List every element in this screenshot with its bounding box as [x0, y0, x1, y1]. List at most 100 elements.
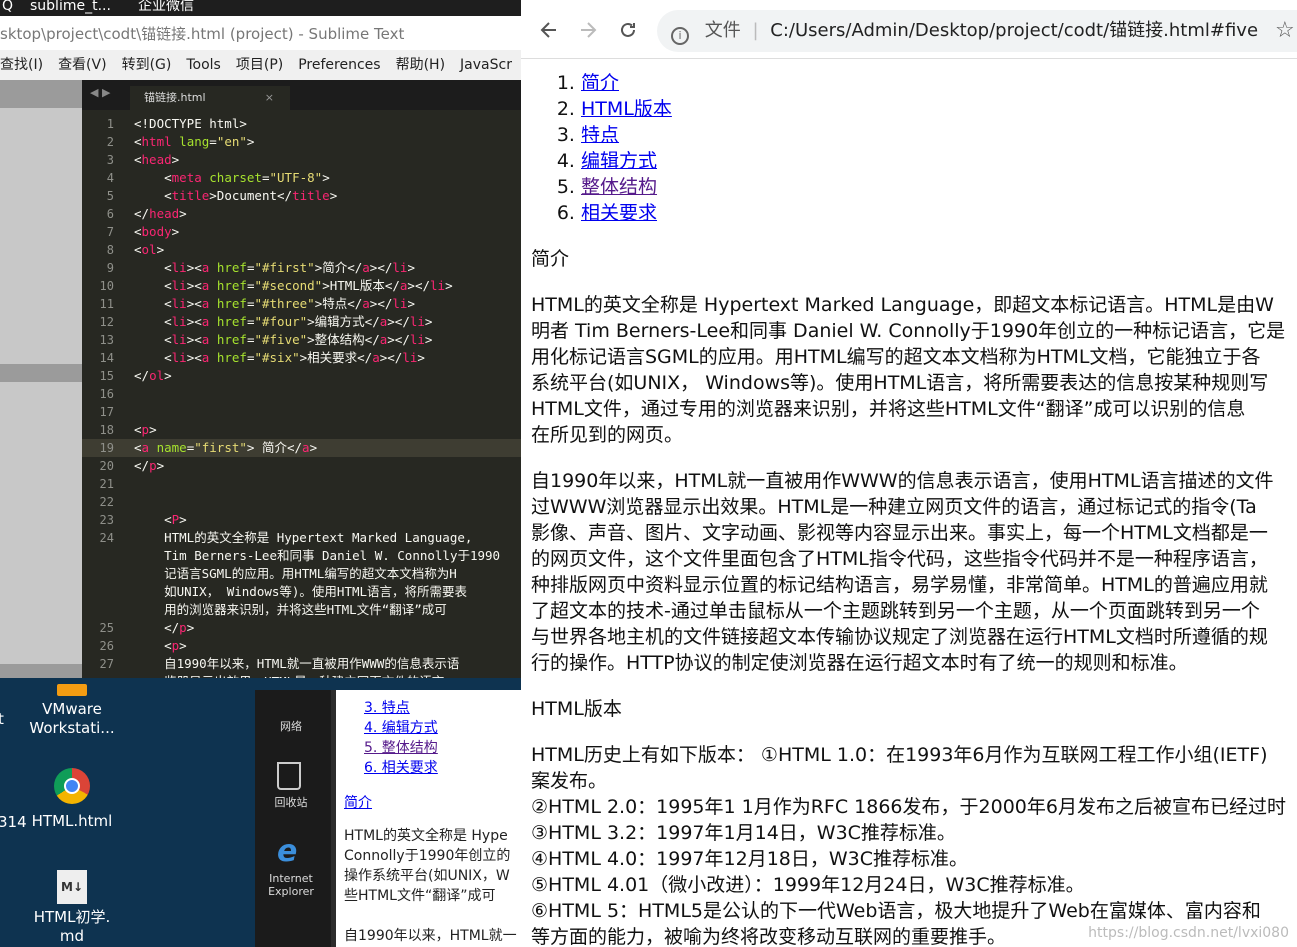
code-line[interactable]: 20 </p> — [82, 457, 521, 475]
taskbar-item-wechat-work[interactable]: 企业微信 — [138, 0, 194, 14]
menu-preferences[interactable]: Preferences — [298, 57, 380, 73]
code-text: <li><a href="#three">特点</a></li> — [134, 296, 415, 311]
sublime-window: sktop\project\codt\锚链接.html (project) - … — [0, 16, 521, 678]
code-line[interactable]: 12 <li><a href="#four">编辑方式</a></li> — [82, 313, 521, 331]
mini-link[interactable]: 4. 编辑方式 — [364, 718, 438, 738]
code-line[interactable]: 26 <p> — [82, 637, 521, 655]
menu-find[interactable]: 查找(I) — [0, 57, 43, 73]
watermark: https://blog.csdn.net/lvxi080 — [1088, 925, 1289, 941]
line-number: 19 — [99, 441, 114, 455]
toc-link-six[interactable]: 相关要求 — [581, 202, 657, 224]
code-editor[interactable]: 1 <!DOCTYPE html> 2 <html lang="en"> 3 <head>… — [82, 110, 521, 678]
line-number: 6 — [106, 207, 114, 221]
code-line[interactable]: 6 </head> — [82, 205, 521, 223]
code-line[interactable]: 如UNIX， Windows等)。使用HTML语言，将所需要表 — [82, 583, 521, 601]
code-line[interactable]: 10 <li><a href="#second">HTML版本</a></li> — [82, 277, 521, 295]
line-number: 27 — [99, 657, 114, 671]
mini-text-line: 些HTML文件“翻译”成可 — [344, 888, 496, 904]
text-line: ③HTML 3.2：1997年1月14日，W3C推荐标准。 — [531, 822, 956, 844]
code-line[interactable]: 7 <body> — [82, 223, 521, 241]
network-icon-label[interactable]: 网络 — [269, 718, 313, 734]
code-line[interactable]: 记语言SGML的应用。用HTML编写的超文本文档称为H — [82, 565, 521, 583]
text-line: HTML历史上有如下版本： ①HTML 1.0：在1993年6月作为互联网工程工… — [531, 744, 1268, 766]
toc-link-first[interactable]: 简介 — [581, 72, 619, 94]
tab-file[interactable]: 锚链接.html × — [130, 86, 290, 110]
toc-link-five[interactable]: 整体结构 — [581, 176, 657, 198]
code-line[interactable]: 18 <p> — [82, 421, 521, 439]
code-text: HTML的英文全称是 Hypertext Marked Language, — [134, 530, 473, 545]
code-line[interactable]: 8 <ol> — [82, 241, 521, 259]
code-line[interactable]: 16 — [82, 385, 521, 403]
window-title: sktop\project\codt\锚链接.html (project) - … — [0, 16, 521, 50]
code-line[interactable]: 15 </ol> — [82, 367, 521, 385]
code-line[interactable]: 4 <meta charset="UTF-8"> — [82, 169, 521, 187]
code-line[interactable]: 用的浏览器来识别，并将这些HTML文件“翻译”成可 — [82, 601, 521, 619]
code-text: <head> — [134, 152, 180, 167]
desktop-icon-vmware[interactable]: VMware Workstati... — [27, 684, 117, 738]
bookmark-star-icon[interactable]: ☆ — [1275, 18, 1295, 43]
info-icon[interactable]: i — [671, 27, 689, 45]
code-line[interactable]: 23 <P> — [82, 511, 521, 529]
back-arrow-icon[interactable] — [539, 20, 559, 40]
toc-link-four[interactable]: 编辑方式 — [581, 150, 657, 172]
menu-view[interactable]: 查看(V) — [58, 57, 107, 73]
forward-arrow-icon[interactable] — [578, 20, 598, 40]
toc-item: 简介 — [581, 70, 1297, 96]
code-line[interactable]: 27 自1990年以来，HTML就一直被用作WWW的信息表示语 — [82, 655, 521, 673]
text-line: 了超文本的技术-通过单击鼠标从一个主题跳转到另一个主题，从一个页面跳转到另一个 — [531, 600, 1260, 622]
close-icon[interactable]: × — [265, 86, 274, 110]
code-line[interactable]: 5 <title>Document</title> — [82, 187, 521, 205]
text-line: 明者 Tim Berners-Lee和同事 Daniel W. Connolly… — [531, 320, 1286, 342]
line-number: 11 — [99, 297, 114, 311]
code-line[interactable]: 22 — [82, 493, 521, 511]
menu-javascript[interactable]: JavaScr — [460, 57, 512, 73]
chrome-icon — [54, 768, 90, 804]
mini-link[interactable]: 3. 特点 — [364, 698, 438, 718]
toc-item: 整体结构 — [581, 174, 1297, 200]
code-line[interactable]: 14 <li><a href="#six">相关要求</a></li> — [82, 349, 521, 367]
line-number: 17 — [99, 405, 114, 419]
menu-goto[interactable]: 转到(G) — [122, 57, 172, 73]
code-line[interactable]: 19 <a name="first"> 简介</a> — [82, 439, 521, 457]
menu-tools[interactable]: Tools — [186, 57, 221, 73]
code-line[interactable]: 9 <li><a href="#first">简介</a></li> — [82, 259, 521, 277]
taskbar-item-sublime[interactable]: sublime_t... — [30, 0, 111, 14]
reload-icon[interactable] — [618, 20, 638, 40]
line-number: 23 — [99, 513, 114, 527]
code-line[interactable]: 11 <li><a href="#three">特点</a></li> — [82, 295, 521, 313]
code-text: <html lang="en"> — [134, 134, 255, 149]
desktop-icon-markdown[interactable]: M↓ HTML初学. md — [27, 870, 117, 946]
code-line[interactable]: 2 <html lang="en"> — [82, 133, 521, 151]
code-line[interactable]: 13 <li><a href="#five">整体结构</a></li> — [82, 331, 521, 349]
recycle-bin-label[interactable]: 回收站 — [269, 794, 313, 810]
menu-project[interactable]: 项目(P) — [236, 57, 283, 73]
code-line[interactable]: 21 — [82, 475, 521, 493]
code-text: <a name="first"> 简介</a> — [134, 440, 318, 455]
line-number: 26 — [99, 639, 114, 653]
mini-link[interactable]: 5. 整体结构 — [364, 738, 438, 758]
paragraph-history: 自1990年以来，HTML就一直被用作WWW的信息表示语言，使用HTML语言描述… — [531, 468, 1297, 676]
code-line[interactable]: 17 — [82, 403, 521, 421]
code-line[interactable]: Tim Berners-Lee和同事 Daniel W. Connolly于19… — [82, 547, 521, 565]
internet-explorer-label[interactable]: Internet Explorer — [263, 872, 319, 898]
text-line: ④HTML 4.0：1997年12月18日，W3C推荐标准。 — [531, 848, 969, 870]
mini-text-line: 操作系统平台(如UNIX，W — [344, 868, 510, 884]
mini-text-line — [344, 906, 517, 926]
code-text: <body> — [134, 224, 180, 239]
toc-link-second[interactable]: HTML版本 — [581, 98, 672, 120]
code-line[interactable]: 3 <head> — [82, 151, 521, 169]
code-line[interactable]: 24 HTML的英文全称是 Hypertext Marked Language, — [82, 529, 521, 547]
tab-nav-arrows-icon[interactable]: ◀ ▶ — [90, 86, 110, 99]
text-line: 的网页文件，这个文件里面包含了HTML指令代码，这些指令代码并不是一种程序语言， — [531, 548, 1268, 570]
mini-link[interactable]: 6. 相关要求 — [364, 758, 438, 778]
address-bar[interactable]: i 文件 | C:/Users/Admin/Desktop/project/co… — [657, 10, 1297, 52]
line-number: 7 — [106, 225, 114, 239]
toc-link-three[interactable]: 特点 — [581, 124, 619, 146]
mini-heading[interactable]: 简介 — [344, 792, 372, 812]
menu-help[interactable]: 帮助(H) — [396, 57, 445, 73]
code-line[interactable]: 25 </p> — [82, 619, 521, 637]
code-line[interactable]: 1 <!DOCTYPE html> — [82, 115, 521, 133]
text-line: ②HTML 2.0：1995年1 1月作为RFC 1866发布，于2000年6月… — [531, 796, 1286, 818]
desktop-icon-html[interactable]: HTML.html — [27, 768, 117, 830]
taskbar-item[interactable]: Q — [2, 0, 13, 14]
